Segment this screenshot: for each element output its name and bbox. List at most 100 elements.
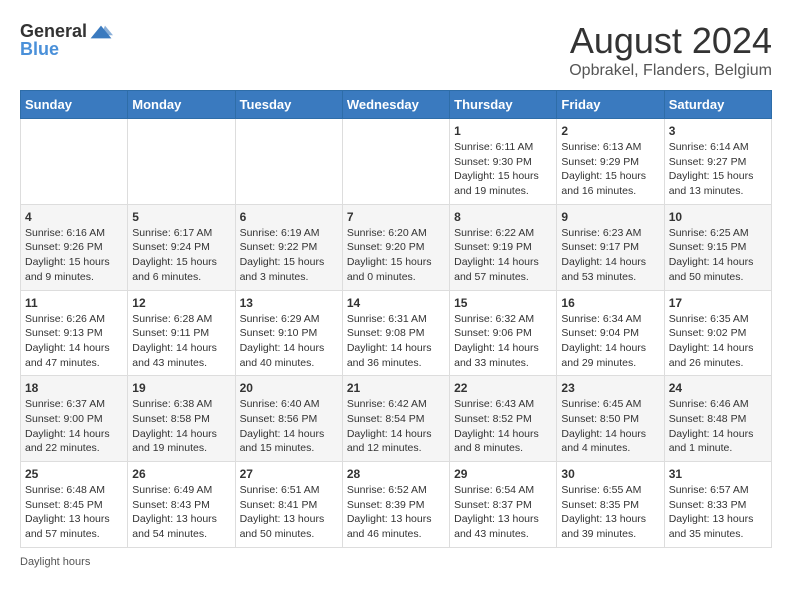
day-number: 25	[25, 467, 123, 481]
day-content: Sunrise: 6:32 AM Sunset: 9:06 PM Dayligh…	[454, 312, 552, 371]
day-number: 3	[669, 124, 767, 138]
footer-note: Daylight hours	[20, 556, 772, 568]
calendar-cell: 4 Sunrise: 6:16 AM Sunset: 9:26 PM Daylig…	[21, 204, 128, 290]
day-content: Sunrise: 6:29 AM Sunset: 9:10 PM Dayligh…	[240, 312, 338, 371]
logo-icon	[89, 20, 113, 44]
day-number: 21	[347, 381, 445, 395]
calendar-cell: 9Sunrise: 6:23 AM Sunset: 9:17 PM Daylig…	[557, 204, 664, 290]
day-content: Sunrise: 6:19 AM Sunset: 9:22 PM Dayligh…	[240, 226, 338, 285]
week-row-2: 4 Sunrise: 6:16 AM Sunset: 9:26 PM Daylig…	[21, 204, 772, 290]
day-content: Sunrise: 6:22 AM Sunset: 9:19 PM Dayligh…	[454, 226, 552, 285]
day-header-sunday: Sunday	[21, 91, 128, 119]
logo: General Blue	[20, 20, 113, 60]
month-year-title: August 2024	[569, 20, 772, 62]
day-number: 4	[25, 210, 123, 224]
calendar-cell: 30Sunrise: 6:55 AM Sunset: 8:35 PM Dayli…	[557, 462, 664, 548]
calendar-cell: 2 Sunrise: 6:13 AM Sunset: 9:29 PM Daylig…	[557, 119, 664, 205]
day-number: 18	[25, 381, 123, 395]
day-number: 28	[347, 467, 445, 481]
day-content: Sunrise: 6:26 AM Sunset: 9:13 PM Dayligh…	[25, 312, 123, 371]
day-number: 24	[669, 381, 767, 395]
day-content: Sunrise: 6:51 AM Sunset: 8:41 PM Dayligh…	[240, 483, 338, 542]
day-number: 20	[240, 381, 338, 395]
logo-blue-text: Blue	[20, 40, 59, 60]
footer-text: Daylight hours	[20, 556, 90, 568]
calendar-cell: 19 Sunrise: 6:38 AM Sunset: 8:58 PM Dayli…	[128, 376, 235, 462]
day-content: Sunrise: 6:20 AM Sunset: 9:20 PM Dayligh…	[347, 226, 445, 285]
day-content: Sunrise: 6:17 AM Sunset: 9:24 PM Dayligh…	[132, 226, 230, 285]
calendar-table: SundayMondayTuesdayWednesdayThursdayFrid…	[20, 90, 772, 548]
calendar-cell: 23Sunrise: 6:45 AM Sunset: 8:50 PM Dayli…	[557, 376, 664, 462]
day-content: Sunrise: 6:43 AM Sunset: 8:52 PM Dayligh…	[454, 397, 552, 456]
day-number: 9	[561, 210, 659, 224]
calendar-cell: 12 Sunrise: 6:28 AM Sunset: 9:11 PM Dayli…	[128, 290, 235, 376]
calendar-cell: 10Sunrise: 6:25 AM Sunset: 9:15 PM Dayli…	[664, 204, 771, 290]
calendar-cell: 24 Sunrise: 6:46 AM Sunset: 8:48 PM Dayli…	[664, 376, 771, 462]
day-content: Sunrise: 6:40 AM Sunset: 8:56 PM Dayligh…	[240, 397, 338, 456]
day-header-friday: Friday	[557, 91, 664, 119]
calendar-cell: 15 Sunrise: 6:32 AM Sunset: 9:06 PM Dayli…	[450, 290, 557, 376]
calendar-cell: 29 Sunrise: 6:54 AM Sunset: 8:37 PM Dayli…	[450, 462, 557, 548]
day-content: Sunrise: 6:16 AM Sunset: 9:26 PM Dayligh…	[25, 226, 123, 285]
calendar-cell: 17Sunrise: 6:35 AM Sunset: 9:02 PM Dayli…	[664, 290, 771, 376]
calendar-cell: 27 Sunrise: 6:51 AM Sunset: 8:41 PM Dayli…	[235, 462, 342, 548]
day-header-thursday: Thursday	[450, 91, 557, 119]
day-number: 26	[132, 467, 230, 481]
day-number: 17	[669, 296, 767, 310]
day-number: 2	[561, 124, 659, 138]
day-header-tuesday: Tuesday	[235, 91, 342, 119]
day-content: Sunrise: 6:48 AM Sunset: 8:45 PM Dayligh…	[25, 483, 123, 542]
day-content: Sunrise: 6:54 AM Sunset: 8:37 PM Dayligh…	[454, 483, 552, 542]
day-header-monday: Monday	[128, 91, 235, 119]
day-content: Sunrise: 6:37 AM Sunset: 9:00 PM Dayligh…	[25, 397, 123, 456]
calendar-cell: 20 Sunrise: 6:40 AM Sunset: 8:56 PM Dayli…	[235, 376, 342, 462]
day-content: Sunrise: 6:57 AM Sunset: 8:33 PM Dayligh…	[669, 483, 767, 542]
day-number: 7	[347, 210, 445, 224]
calendar-cell: 5 Sunrise: 6:17 AM Sunset: 9:24 PM Daylig…	[128, 204, 235, 290]
calendar-cell: 26Sunrise: 6:49 AM Sunset: 8:43 PM Dayli…	[128, 462, 235, 548]
day-number: 29	[454, 467, 552, 481]
day-number: 27	[240, 467, 338, 481]
day-number: 14	[347, 296, 445, 310]
day-number: 8	[454, 210, 552, 224]
calendar-cell	[342, 119, 449, 205]
calendar-cell: 7 Sunrise: 6:20 AM Sunset: 9:20 PM Daylig…	[342, 204, 449, 290]
calendar-cell: 28 Sunrise: 6:52 AM Sunset: 8:39 PM Dayli…	[342, 462, 449, 548]
location-title: Opbrakel, Flanders, Belgium	[569, 62, 772, 80]
calendar-cell: 11Sunrise: 6:26 AM Sunset: 9:13 PM Dayli…	[21, 290, 128, 376]
day-content: Sunrise: 6:31 AM Sunset: 9:08 PM Dayligh…	[347, 312, 445, 371]
day-content: Sunrise: 6:52 AM Sunset: 8:39 PM Dayligh…	[347, 483, 445, 542]
day-content: Sunrise: 6:46 AM Sunset: 8:48 PM Dayligh…	[669, 397, 767, 456]
calendar-cell: 25 Sunrise: 6:48 AM Sunset: 8:45 PM Dayli…	[21, 462, 128, 548]
calendar-cell: 8 Sunrise: 6:22 AM Sunset: 9:19 PM Daylig…	[450, 204, 557, 290]
calendar-cell	[235, 119, 342, 205]
day-number: 5	[132, 210, 230, 224]
day-content: Sunrise: 6:11 AM Sunset: 9:30 PM Dayligh…	[454, 140, 552, 199]
week-row-5: 25 Sunrise: 6:48 AM Sunset: 8:45 PM Dayli…	[21, 462, 772, 548]
page-header: General Blue August 2024 Opbrakel, Fland…	[20, 20, 772, 80]
days-header-row: SundayMondayTuesdayWednesdayThursdayFrid…	[21, 91, 772, 119]
day-content: Sunrise: 6:13 AM Sunset: 9:29 PM Dayligh…	[561, 140, 659, 199]
day-number: 13	[240, 296, 338, 310]
day-content: Sunrise: 6:42 AM Sunset: 8:54 PM Dayligh…	[347, 397, 445, 456]
day-content: Sunrise: 6:38 AM Sunset: 8:58 PM Dayligh…	[132, 397, 230, 456]
calendar-cell: 6 Sunrise: 6:19 AM Sunset: 9:22 PM Daylig…	[235, 204, 342, 290]
day-content: Sunrise: 6:28 AM Sunset: 9:11 PM Dayligh…	[132, 312, 230, 371]
day-header-saturday: Saturday	[664, 91, 771, 119]
day-number: 6	[240, 210, 338, 224]
week-row-1: 1 Sunrise: 6:11 AM Sunset: 9:30 PM Daylig…	[21, 119, 772, 205]
day-number: 1	[454, 124, 552, 138]
day-number: 15	[454, 296, 552, 310]
day-content: Sunrise: 6:45 AM Sunset: 8:50 PM Dayligh…	[561, 397, 659, 456]
calendar-cell: 22 Sunrise: 6:43 AM Sunset: 8:52 PM Dayli…	[450, 376, 557, 462]
day-number: 22	[454, 381, 552, 395]
day-header-wednesday: Wednesday	[342, 91, 449, 119]
calendar-cell: 1 Sunrise: 6:11 AM Sunset: 9:30 PM Daylig…	[450, 119, 557, 205]
day-content: Sunrise: 6:34 AM Sunset: 9:04 PM Dayligh…	[561, 312, 659, 371]
day-number: 19	[132, 381, 230, 395]
day-number: 10	[669, 210, 767, 224]
calendar-cell: 31Sunrise: 6:57 AM Sunset: 8:33 PM Dayli…	[664, 462, 771, 548]
calendar-cell	[21, 119, 128, 205]
day-number: 12	[132, 296, 230, 310]
calendar-cell	[128, 119, 235, 205]
